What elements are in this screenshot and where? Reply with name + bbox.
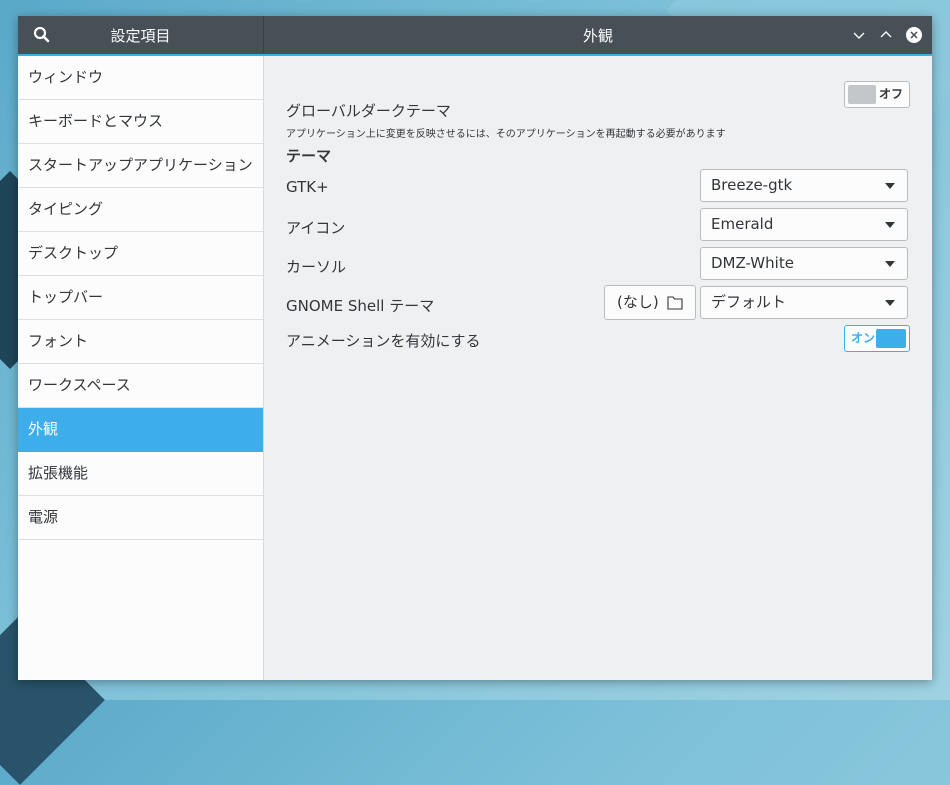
theme-section-heading: テーマ [286,147,332,165]
sidebar-item-appearance[interactable]: 外観 [18,408,263,452]
dark-theme-label: グローバルダークテーマ [286,102,451,120]
shell-theme-file-button[interactable]: (なし) [604,285,696,320]
dark-theme-switch[interactable]: オフ [844,81,910,108]
sidebar-title: 設定項目 [110,27,171,45]
sidebar-item-keyboard-mouse[interactable]: キーボードとマウス [18,100,263,144]
dropdown-arrow-icon [885,261,895,267]
search-icon[interactable] [32,25,52,45]
icon-theme-combo[interactable]: Emerald [700,208,908,241]
dropdown-arrow-icon [885,222,895,228]
close-icon[interactable] [905,26,923,44]
dropdown-arrow-icon [885,183,895,189]
sidebar-item-typing[interactable]: タイピング [18,188,263,232]
switch-state-label: オフ [878,87,903,101]
sidebar-item-fonts[interactable]: フォント [18,320,263,364]
shell-theme-value: デフォルト [711,293,787,311]
animations-label: アニメーションを有効にする [286,332,481,350]
sidebar-item-windows[interactable]: ウィンドウ [18,56,263,100]
icon-theme-value: Emerald [711,215,774,233]
icons-label: アイコン [286,219,346,237]
sidebar-item-desktop[interactable]: デスクトップ [18,232,263,276]
cursor-label: カーソル [286,258,347,276]
sidebar-item-power[interactable]: 電源 [18,496,263,540]
header-bar: 設定項目 外観 [18,16,932,54]
gtk-theme-combo[interactable]: Breeze-gtk [700,169,908,202]
sidebar-item-startup-apps[interactable]: スタートアップアプリケーション [18,144,263,188]
switch-state-label: オン [851,331,876,345]
sidebar-item-workspaces[interactable]: ワークスペース [18,364,263,408]
shell-theme-file-value: (なし) [617,293,659,311]
sidebar: ウィンドウ キーボードとマウス スタートアップアプリケーション タイピング デス… [18,56,264,680]
page-title: 外観 [582,27,613,45]
cursor-theme-value: DMZ-White [711,254,794,272]
shell-theme-label: GNOME Shell テーマ [286,297,435,315]
sidebar-item-top-bar[interactable]: トップバー [18,276,263,320]
appearance-panel: グローバルダークテーマ アプリケーション上に変更を反映させるには、そのアプリケー… [264,56,932,680]
chevron-up-icon[interactable] [877,26,895,44]
gtk-theme-value: Breeze-gtk [711,176,793,194]
chevron-down-icon[interactable] [850,26,868,44]
dropdown-arrow-icon [885,300,895,306]
folder-icon [667,296,683,310]
dark-theme-sublabel: アプリケーション上に変更を反映させるには、そのアプリケーションを再起動する必要が… [286,129,726,140]
sidebar-item-extensions[interactable]: 拡張機能 [18,452,263,496]
shell-theme-combo[interactable]: デフォルト [700,286,908,319]
switch-knob [848,85,876,104]
cursor-theme-combo[interactable]: DMZ-White [700,247,908,280]
sidebar-header: 設定項目 [18,16,264,54]
gtk-label: GTK+ [286,178,329,196]
switch-knob [876,329,906,348]
animations-switch[interactable]: オン [844,325,910,352]
tweaks-window: 設定項目 外観 ウィンドウ キーボードとマウス スタートアップアプリケーション … [18,16,932,680]
